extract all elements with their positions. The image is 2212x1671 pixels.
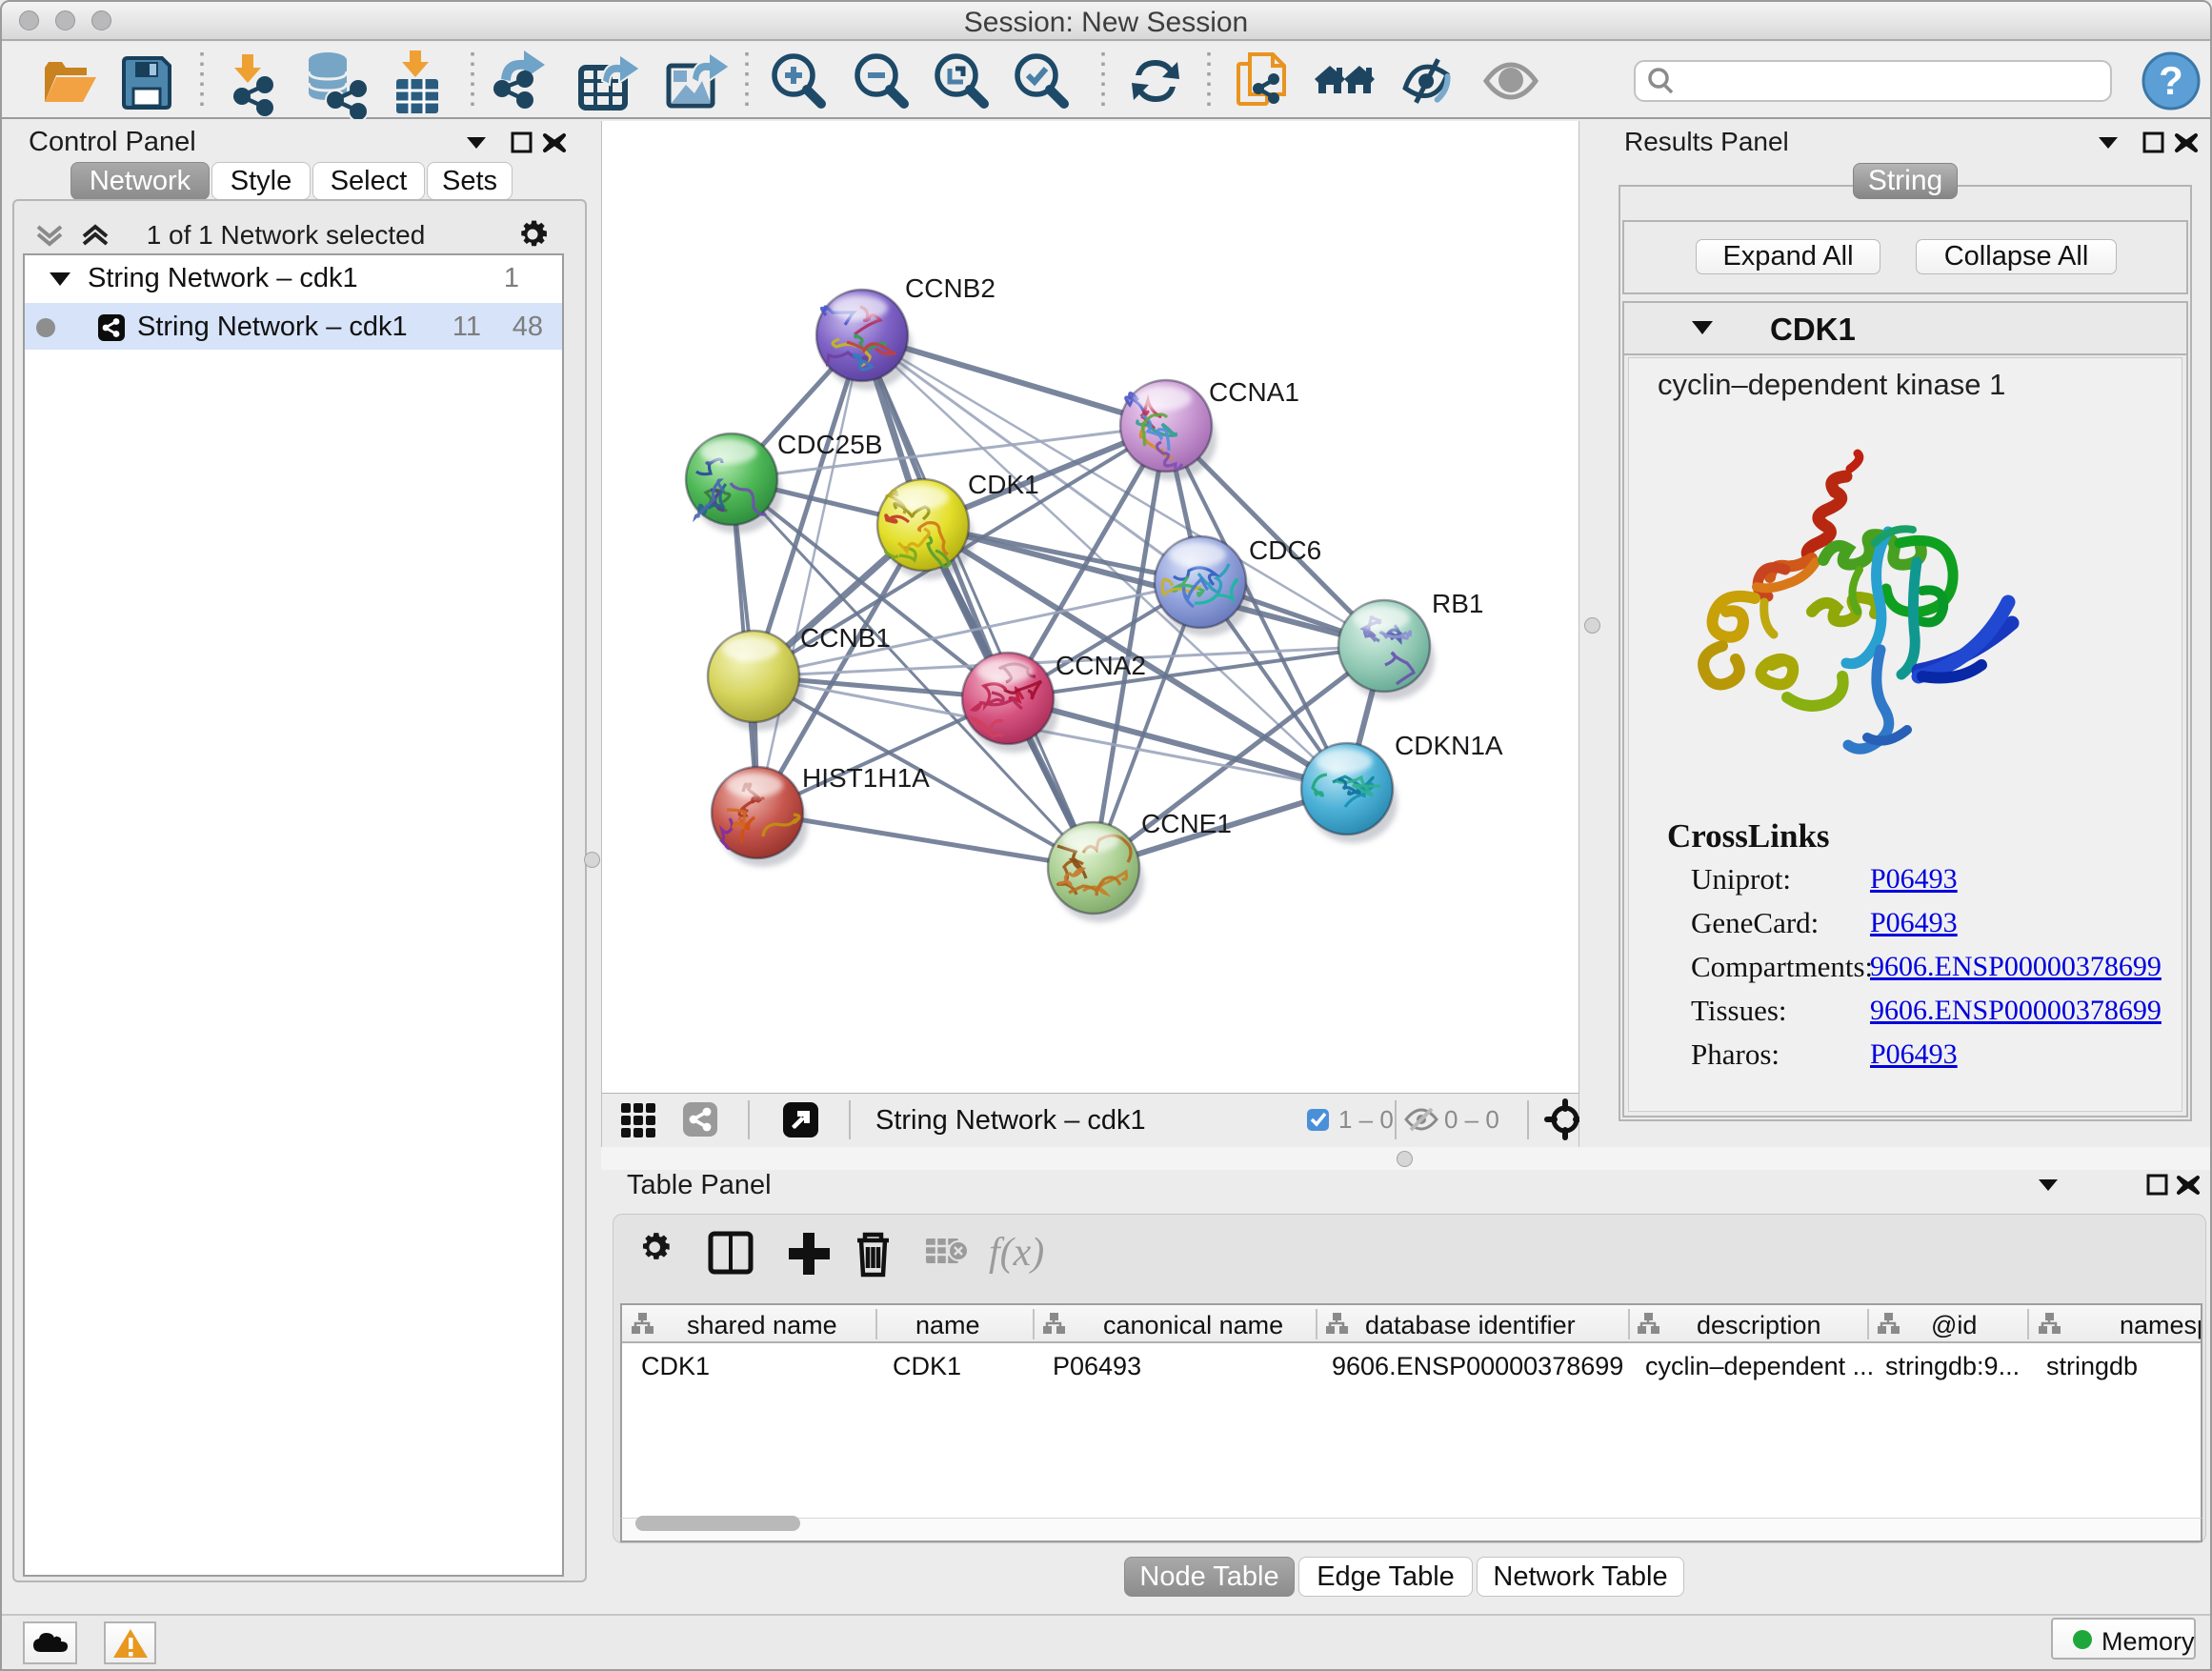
svg-text:@id: @id: [1931, 1311, 1977, 1339]
svg-text:cyclin–dependent ...: cyclin–dependent ...: [1645, 1352, 1874, 1380]
svg-text:CDK1: CDK1: [893, 1352, 961, 1380]
svg-text:9606.ENSP00000378699: 9606.ENSP00000378699: [1332, 1352, 1623, 1380]
svg-text:stringdb:9...: stringdb:9...: [1885, 1352, 2020, 1380]
svg-text:CCNA1: CCNA1: [1209, 377, 1299, 407]
svg-text:HIST1H1A: HIST1H1A: [802, 763, 930, 793]
svg-text:CCNB1: CCNB1: [800, 623, 891, 653]
svg-text:canonical name: canonical name: [1103, 1311, 1283, 1339]
svg-text:CCNE1: CCNE1: [1141, 809, 1232, 838]
svg-text:0 – 0: 0 – 0: [1444, 1105, 1499, 1134]
svg-text:description: description: [1697, 1311, 1821, 1339]
svg-text:CCNA2: CCNA2: [1056, 651, 1146, 680]
svg-text:RB1: RB1: [1432, 589, 1483, 618]
svg-text:P06493: P06493: [1053, 1352, 1141, 1380]
svg-text:CDKN1A: CDKN1A: [1395, 731, 1503, 760]
svg-text:f(x): f(x): [989, 1231, 1044, 1275]
svg-text:shared name: shared name: [687, 1311, 837, 1339]
svg-text:?: ?: [2159, 58, 2183, 103]
svg-text:namespac: namespac: [2120, 1311, 2201, 1339]
svg-text:CDK1: CDK1: [641, 1352, 710, 1380]
svg-text:CCNB2: CCNB2: [905, 273, 995, 303]
svg-text:name: name: [915, 1311, 980, 1339]
svg-text:CDK1: CDK1: [968, 470, 1039, 499]
svg-text:database identifier: database identifier: [1365, 1311, 1576, 1339]
svg-text:stringdb: stringdb: [2046, 1352, 2138, 1380]
svg-text:1 – 0: 1 – 0: [1338, 1105, 1394, 1134]
svg-text:String Network – cdk1: String Network – cdk1: [875, 1105, 1146, 1136]
svg-text:CDC25B: CDC25B: [777, 430, 882, 459]
svg-text:CDC6: CDC6: [1249, 535, 1321, 565]
